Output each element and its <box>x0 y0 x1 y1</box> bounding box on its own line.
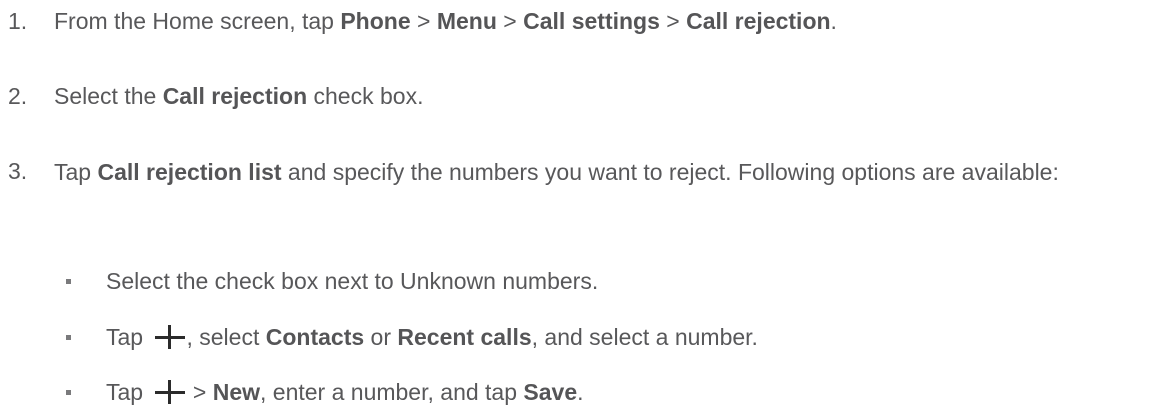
plus-icon <box>155 325 186 349</box>
bold-run: Recent calls <box>397 324 532 350</box>
text-run: Select the <box>54 83 163 109</box>
text-run: , and select a number. <box>531 324 758 350</box>
step-text: Select the Call rejection check box. <box>54 80 1149 112</box>
step-number: 1. <box>8 8 28 34</box>
step-number: 2. <box>8 83 28 109</box>
bullet-item-1: Select the check box next to Unknown num… <box>66 265 598 297</box>
step-2: 2. Select the Call rejection check box. <box>0 80 1149 112</box>
text-run: . <box>577 379 584 405</box>
bullet-text: Select the check box next to Unknown num… <box>106 265 598 297</box>
text-run: , select <box>186 324 266 350</box>
square-bullet-icon <box>66 389 71 395</box>
bold-run: New <box>212 379 260 405</box>
text-run: and specify the numbers you want to reje… <box>281 159 1059 185</box>
square-bullet-icon <box>66 334 71 340</box>
text-run: > <box>186 379 213 405</box>
bold-run: Call rejection list <box>97 159 282 185</box>
text-run: > <box>410 8 437 34</box>
bold-run: Phone <box>340 8 411 34</box>
bullet-text: Tap , select Contacts or Recent calls, a… <box>106 321 758 353</box>
bullet-item-3: Tap > New, enter a number, and tap Save. <box>66 376 584 408</box>
step-1: 1. From the Home screen, tap Phone > Men… <box>0 5 1149 37</box>
text-run: From the Home screen, tap <box>54 8 341 34</box>
text-run: > <box>659 8 687 34</box>
bullet-item-2: Tap , select Contacts or Recent calls, a… <box>66 321 758 353</box>
bold-run: Call rejection <box>686 8 831 34</box>
bold-run: Call settings <box>523 8 660 34</box>
step-text: Tap Call rejection list and specify the … <box>54 155 1149 189</box>
text-run: Tap <box>106 379 150 405</box>
bold-run: Call rejection <box>162 83 308 109</box>
text-run: , enter a number, and tap <box>260 379 524 405</box>
bullet-text: Tap > New, enter a number, and tap Save. <box>106 376 584 408</box>
step-text: From the Home screen, tap Phone > Menu >… <box>54 5 1149 37</box>
square-bullet-icon <box>66 278 71 284</box>
step-number: 3. <box>8 158 28 184</box>
text-run: Tap <box>54 159 98 185</box>
text-run: check box. <box>307 83 424 109</box>
text-run: Select the check box next to Unknown num… <box>106 268 599 294</box>
bold-run: Menu <box>436 8 497 34</box>
text-run: Tap <box>106 324 150 350</box>
text-run: > <box>496 8 524 34</box>
bold-run: Contacts <box>265 324 365 350</box>
text-run: or <box>364 324 398 350</box>
plus-icon <box>155 380 186 404</box>
text-run: . <box>830 8 837 34</box>
bold-run: Save <box>523 379 578 405</box>
step-3: 3. Tap Call rejection list and specify t… <box>0 155 1149 189</box>
